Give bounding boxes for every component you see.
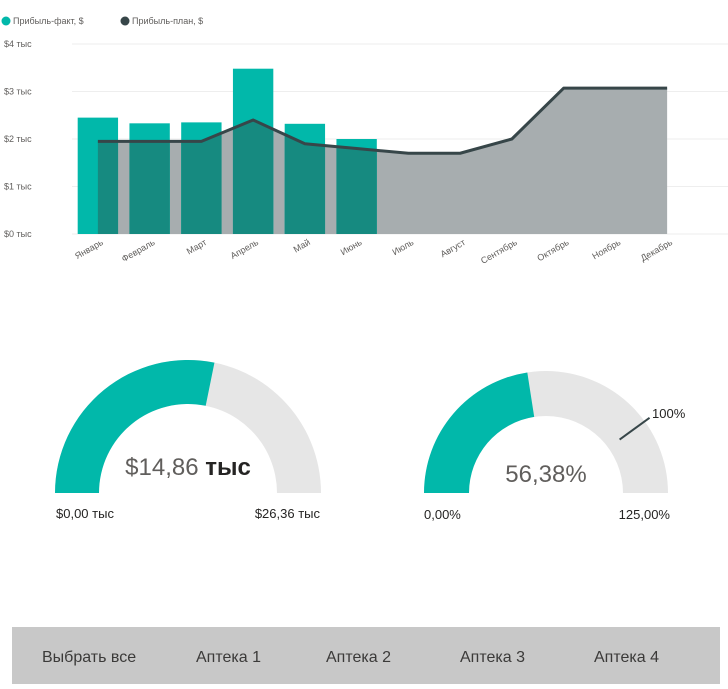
bar-plan-overlap (129, 141, 170, 234)
y-tick-label: $4 тыс (4, 39, 32, 49)
x-tick-label: Сентябрь (479, 237, 519, 266)
bar-plan-overlap (181, 133, 222, 234)
chart-legend[interactable]: Прибыль-факт, $ Прибыль-план, $ (1, 16, 204, 26)
slicer-item-pharmacy-3[interactable]: Аптека 3 (460, 627, 525, 684)
gauge-value-number: $14,86 (125, 454, 198, 481)
x-axis-ticks: Январь Февраль Март Апрель Май Июнь Июль Август… (73, 237, 674, 266)
gauge-min-label: 0,00% (424, 507, 461, 522)
y-tick-label: $3 тыс (4, 87, 32, 97)
profit-gauge: $14,86 тыс $0,00 тыс $26,36 тыс (55, 360, 321, 521)
gauge-value-unit: тыс (205, 454, 251, 481)
plan-percent-gauge: 100% 56,38% 0,00% 125,00% (424, 371, 686, 522)
y-tick-label: $0 тыс (4, 229, 32, 239)
y-tick-label: $1 тыс (4, 182, 32, 192)
legend-marker-plan (120, 16, 130, 26)
x-tick-label: Январь (73, 237, 105, 261)
legend-label-fact: Прибыль-факт, $ (13, 16, 84, 26)
gauge-min-label: $0,00 тыс (56, 506, 114, 521)
x-tick-label: Май (292, 237, 312, 254)
legend-label-plan: Прибыль-план, $ (132, 16, 203, 26)
pharmacy-slicer: Выбрать все Аптека 1 Аптека 2 Аптека 3 А… (12, 627, 720, 684)
gauge-max-label: 125,00% (619, 507, 671, 522)
bar-plan-overlap (284, 134, 326, 234)
x-tick-label: Март (185, 237, 209, 256)
x-tick-label: Апрель (229, 237, 261, 261)
x-tick-label: Декабрь (639, 237, 675, 263)
x-tick-label: Июнь (339, 237, 364, 257)
y-axis-ticks: $0 тыс $1 тыс $2 тыс $3 тыс $4 тыс (4, 39, 32, 239)
gauge-max-label: $26,36 тыс (255, 506, 321, 521)
combo-chart: Прибыль-факт, $ Прибыль-план, $ $0 тыс $1… (1, 16, 728, 266)
x-tick-label: Август (439, 237, 467, 259)
bar-plan-overlap (97, 141, 119, 234)
x-tick-label: Февраль (120, 237, 157, 264)
y-tick-label: $2 тыс (4, 134, 32, 144)
legend-marker-fact (1, 16, 11, 26)
bar-plan-overlap (232, 120, 274, 234)
gauge-value: $14,86 тыс (125, 454, 251, 481)
gauge-value: 56,38% (505, 461, 586, 488)
slicer-item-pharmacy-4[interactable]: Аптека 4 (594, 627, 659, 684)
slicer-item-pharmacy-2[interactable]: Аптека 2 (326, 627, 391, 684)
slicer-item-pharmacy-1[interactable]: Аптека 1 (196, 627, 261, 684)
bar-plan-overlap (336, 146, 377, 234)
slicer-item-select-all[interactable]: Выбрать все (42, 627, 136, 684)
x-tick-label: Ноябрь (590, 237, 622, 261)
x-tick-label: Июль (390, 237, 415, 257)
x-tick-label: Октябрь (535, 237, 570, 263)
gauge-target-label: 100% (652, 406, 686, 421)
